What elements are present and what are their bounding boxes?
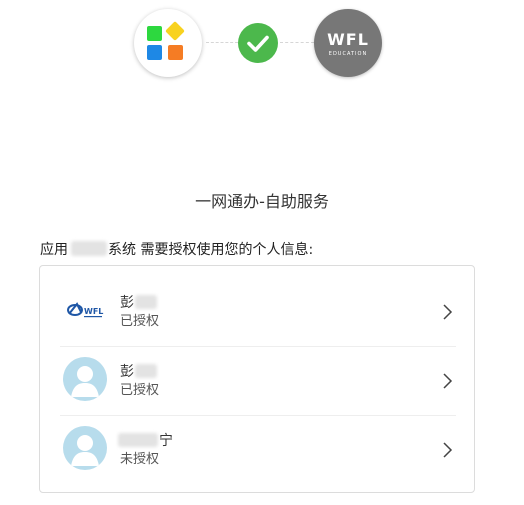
- account-status: 未授权: [120, 452, 160, 467]
- account-name: 彭: [120, 361, 157, 381]
- logo-tile-orange: [168, 45, 183, 60]
- redacted-app-name: [71, 241, 107, 256]
- logo-tile-green: [147, 26, 162, 41]
- account-name: 彭: [120, 292, 157, 312]
- org-logo-text: WFL: [327, 30, 369, 49]
- user-avatar-icon: [63, 357, 107, 401]
- consent-text: 应用 系统 需要授权使用您的个人信息:: [40, 239, 313, 259]
- account-row[interactable]: 宁 未授权: [60, 416, 456, 484]
- org-logo-subtext: EDUCATION: [328, 51, 368, 57]
- chevron-right-icon: [443, 373, 453, 389]
- account-list: WFL 彭 已授权 彭 已授权 宁 未授权: [39, 265, 475, 493]
- app-logo-icon: [134, 9, 202, 77]
- connector-line-left: [206, 42, 238, 43]
- redacted-name: [135, 364, 157, 378]
- redacted-name: [118, 433, 158, 447]
- account-status: 已授权: [120, 314, 160, 329]
- account-row[interactable]: 彭 已授权: [60, 347, 456, 416]
- wfl-org-logo-icon: WFL EDUCATION: [314, 9, 382, 77]
- logo-tile-yellow: [165, 21, 185, 41]
- svg-text:WFL: WFL: [84, 307, 103, 316]
- account-row[interactable]: WFL 彭 已授权: [60, 278, 456, 347]
- account-name: 宁: [118, 430, 173, 450]
- chevron-right-icon: [443, 304, 453, 320]
- page-title: 一网通办-自助服务: [195, 192, 329, 211]
- user-avatar-icon: [63, 426, 107, 470]
- chevron-right-icon: [443, 442, 453, 458]
- connector-line-right: [280, 42, 314, 43]
- redacted-name: [135, 295, 157, 309]
- wfl-logo-icon: WFL: [63, 288, 107, 332]
- check-icon: [238, 23, 278, 63]
- consent-suffix: 系统 需要授权使用您的个人信息:: [108, 242, 314, 258]
- consent-prefix: 应用: [40, 242, 68, 258]
- account-status: 已授权: [120, 383, 160, 398]
- authorization-page: WFL EDUCATION 一网通办-自助服务 应用 系统 需要授权使用您的个人信…: [0, 0, 524, 505]
- logo-tile-blue: [147, 45, 162, 60]
